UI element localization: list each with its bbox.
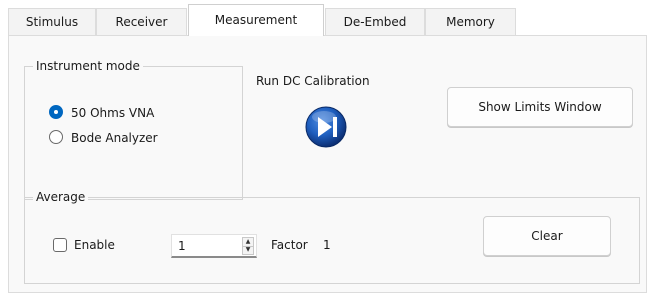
average-factor-spinbox[interactable]: 1 ▲ ▼ <box>171 234 257 258</box>
tab-memory[interactable]: Memory <box>425 8 516 35</box>
enable-label: Enable <box>74 238 115 252</box>
tab-de-embed[interactable]: De-Embed <box>325 8 425 35</box>
factor-label: Factor <box>271 238 308 252</box>
tab-receiver[interactable]: Receiver <box>96 8 187 35</box>
spinbox-buttons[interactable]: ▲ ▼ <box>242 237 254 255</box>
factor-value: 1 <box>323 238 331 252</box>
show-limits-window-button[interactable]: Show Limits Window <box>447 87 633 127</box>
radio-button-checked[interactable] <box>49 105 63 119</box>
spinbox-value: 1 <box>178 239 186 253</box>
tab-bar: Stimulus Receiver Measurement De-Embed M… <box>8 0 655 36</box>
average-title: Average <box>33 189 89 205</box>
spin-down-icon[interactable]: ▼ <box>243 246 253 254</box>
play-pause-icon <box>305 106 347 148</box>
tab-stimulus[interactable]: Stimulus <box>8 8 96 35</box>
measurement-panel: Instrument mode 50 Ohms VNA Bode Analyze… <box>8 35 647 293</box>
enable-checkbox[interactable] <box>53 238 67 252</box>
radio-label-50-ohms-vna: 50 Ohms VNA <box>71 106 155 120</box>
radio-label-bode-analyzer: Bode Analyzer <box>71 131 158 145</box>
instrument-mode-group: Instrument mode 50 Ohms VNA Bode Analyze… <box>24 58 243 200</box>
tab-measurement[interactable]: Measurement <box>188 4 324 36</box>
instrument-mode-title: Instrument mode <box>33 58 143 74</box>
run-dc-calibration-button[interactable] <box>305 106 347 148</box>
radio-button[interactable] <box>49 130 63 144</box>
average-group: Average Enable 1 ▲ ▼ Factor 1 Clear <box>24 189 640 284</box>
clear-button[interactable]: Clear <box>483 216 611 256</box>
dc-calibration-label: Run DC Calibration <box>256 74 370 88</box>
